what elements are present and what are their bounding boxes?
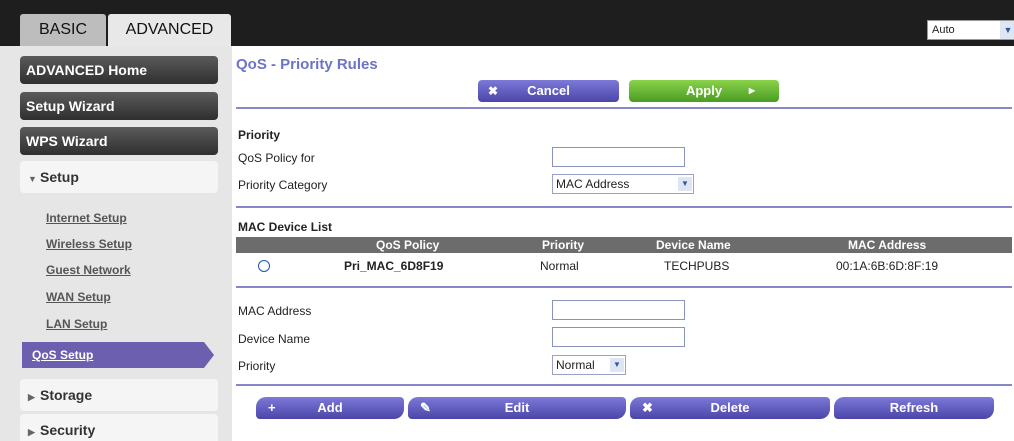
cell-priority: Normal <box>540 259 579 273</box>
priority-heading: Priority <box>238 128 281 142</box>
column-header-qos-policy: QoS Policy <box>376 238 440 252</box>
priority-select-value: Normal <box>556 358 595 372</box>
qos-policy-label: QoS Policy for <box>238 151 315 165</box>
sidebar-link-qos-setup-label: QoS Setup <box>32 348 94 362</box>
sidebar-item-security-label: Security <box>40 422 96 438</box>
tab-basic[interactable]: BASIC <box>20 14 106 46</box>
delete-button-label: Delete <box>710 400 750 415</box>
priority-category-label: Priority Category <box>238 178 328 192</box>
divider <box>236 206 1012 208</box>
qos-policy-input[interactable] <box>552 147 685 167</box>
mac-device-list-heading: MAC Device List <box>238 220 333 234</box>
sidebar-item-security[interactable]: ▶ Security <box>20 414 218 441</box>
caret-right-icon: ▶ <box>28 392 35 402</box>
sidebar: ADVANCED Home Setup Wizard WPS Wizard ▼ S… <box>0 46 232 441</box>
arrow-right-icon: ▶ <box>748 86 755 95</box>
sidebar-item-setup[interactable]: ▼ Setup <box>20 161 218 193</box>
main-content: QoS - Priority Rules ✖ Cancel Apply ▶ Pr… <box>232 46 1014 441</box>
table-row: Pri_MAC_6D8F19 Normal TECHPUBS 00:1A:6B:… <box>236 254 1012 278</box>
cell-mac-address: 00:1A:6B:6D:8F:19 <box>836 259 939 273</box>
add-button[interactable]: + Add <box>256 397 404 419</box>
table-header: QoS Policy Priority Device Name MAC Addr… <box>236 237 1012 253</box>
sidebar-link-guest-network[interactable]: Guest Network <box>46 263 131 277</box>
sidebar-item-storage-label: Storage <box>40 387 93 403</box>
priority-category-value: MAC Address <box>556 177 630 191</box>
edit-button-label: Edit <box>504 400 530 415</box>
chevron-down-icon: ▼ <box>610 358 624 372</box>
column-header-priority: Priority <box>542 238 585 252</box>
device-name-label: Device Name <box>238 332 311 346</box>
sidebar-link-qos-setup[interactable]: QoS Setup <box>22 342 214 368</box>
apply-button-label: Apply <box>685 83 723 98</box>
sidebar-link-lan-setup[interactable]: LAN Setup <box>46 317 107 331</box>
delete-button[interactable]: ✖ Delete <box>630 397 830 419</box>
refresh-button-label: Refresh <box>889 400 939 415</box>
device-name-input[interactable] <box>552 327 685 347</box>
page-title: QoS - Priority Rules <box>236 56 378 73</box>
sidebar-link-wireless-setup[interactable]: Wireless Setup <box>46 237 132 251</box>
caret-right-icon: ▶ <box>28 427 35 437</box>
tab-advanced[interactable]: ADVANCED <box>108 14 231 46</box>
column-header-mac-address: MAC Address <box>848 238 927 252</box>
sidebar-item-wps-wizard[interactable]: WPS Wizard <box>20 127 218 155</box>
sidebar-item-setup-wizard[interactable]: Setup Wizard <box>20 92 218 120</box>
language-select[interactable]: Auto ▼ <box>927 20 1014 40</box>
top-bar: BASIC ADVANCED Auto ▼ <box>0 0 1014 46</box>
row-select-radio[interactable] <box>258 260 270 272</box>
edit-button[interactable]: ✎ Edit <box>408 397 626 419</box>
cell-qos-policy: Pri_MAC_6D8F19 <box>344 259 444 273</box>
priority-select[interactable]: Normal ▼ <box>552 355 626 375</box>
cell-device-name: TECHPUBS <box>664 259 730 273</box>
sidebar-item-advanced-home[interactable]: ADVANCED Home <box>20 56 218 84</box>
add-button-label: Add <box>317 400 343 415</box>
cancel-button[interactable]: ✖ Cancel <box>478 80 619 102</box>
cancel-button-label: Cancel <box>527 83 570 98</box>
sidebar-item-setup-label: Setup <box>40 169 79 185</box>
language-select-value: Auto <box>932 24 955 36</box>
priority-category-select[interactable]: MAC Address ▼ <box>552 174 694 194</box>
caret-down-icon: ▼ <box>28 174 37 184</box>
divider <box>236 384 1012 386</box>
divider <box>236 107 1012 109</box>
apply-button[interactable]: Apply ▶ <box>629 80 779 102</box>
sidebar-link-wan-setup[interactable]: WAN Setup <box>46 290 111 304</box>
divider <box>236 286 1012 288</box>
mac-address-input[interactable] <box>552 300 685 320</box>
sidebar-item-storage[interactable]: ▶ Storage <box>20 379 218 411</box>
priority-label: Priority <box>238 359 276 373</box>
mac-address-label: MAC Address <box>238 304 312 318</box>
chevron-down-icon: ▼ <box>1000 21 1014 39</box>
refresh-button[interactable]: Refresh <box>834 397 994 419</box>
chevron-down-icon: ▼ <box>678 177 692 191</box>
sidebar-link-internet-setup[interactable]: Internet Setup <box>46 211 127 225</box>
column-header-device-name: Device Name <box>656 238 731 252</box>
